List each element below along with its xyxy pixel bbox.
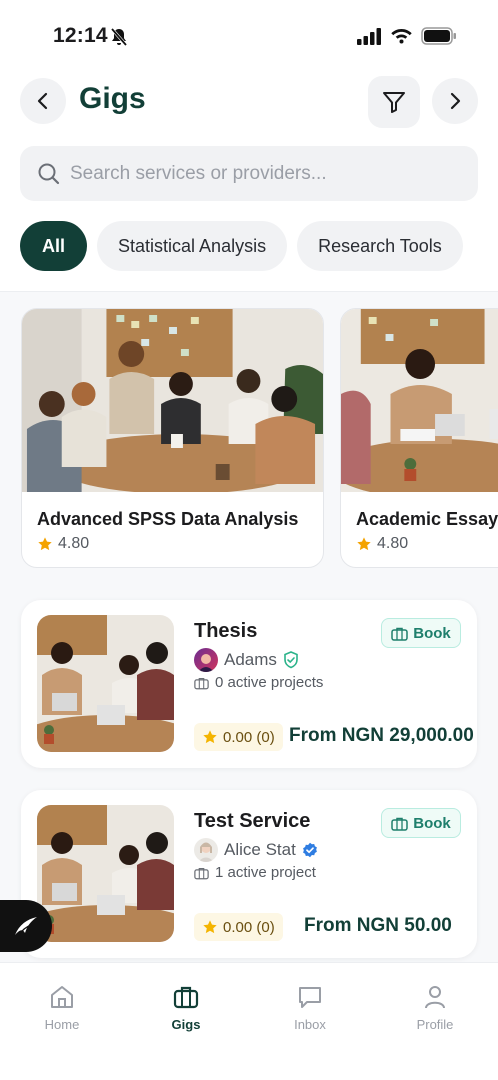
signal-icon [357,28,382,50]
gig-title: Thesis [194,620,258,642]
wing-logo-icon [15,917,37,936]
star-icon [357,537,371,551]
active-projects-text: 0 active projects [215,674,324,691]
shield-check-icon [284,651,298,669]
tab-profile[interactable]: Profile [395,983,475,1032]
chat-icon [299,987,321,1008]
provider-name: Alice Stat [224,840,296,859]
rating-value: 0.00 (0) [223,728,275,746]
active-projects: 0 active projects [194,674,323,691]
chip-statistical-analysis[interactable]: Statistical Analysis [97,221,288,271]
featured-gig-rating: 4.80 [356,535,408,553]
tab-inbox[interactable]: Inbox [270,983,350,1032]
featured-gig-title: Advanced SPSS Data Analysis [37,509,299,529]
briefcase-icon [391,817,408,831]
search-bar [20,146,478,201]
status-time: 12:14 [53,24,108,47]
book-button-label: Book [413,814,451,832]
tab-gigs-label: Gigs [171,1017,201,1032]
book-button[interactable]: Book [381,808,461,838]
briefcase-icon [194,677,209,689]
featured-gig-card[interactable]: Advanced SPSS Data Analysis 4.80 [21,308,324,568]
filter-icon [383,92,405,113]
bell-muted-icon [110,27,128,52]
featured-gig-title: Academic Essay [356,509,498,529]
gig-photo-image [22,309,323,492]
featured-gig-rating: 4.80 [37,535,89,553]
briefcase-icon [173,986,199,1009]
page-header: Gigs [0,76,498,128]
forward-button[interactable] [432,78,478,124]
briefcase-icon [194,867,209,879]
gig-card[interactable]: Thesis Book Adams 0 active projects 0.00… [21,600,477,768]
chevron-right-icon [450,92,461,110]
gig-title: Test Service [194,810,311,832]
rating-value: 0.00 (0) [223,918,275,936]
battery-icon [421,27,457,50]
category-chips: All Statistical Analysis Research Tools [20,221,498,271]
home-icon [51,986,73,1008]
gig-price: From NGN 29,000.00 [289,725,474,746]
chip-all[interactable]: All [20,221,88,271]
chip-research-tools[interactable]: Research Tools [297,221,463,271]
avatar [194,648,218,672]
chevron-left-icon [37,92,48,110]
search-input[interactable] [70,146,460,201]
provider-row[interactable]: Alice Stat [194,838,318,862]
bottom-tab-bar: Home Gigs Inbox Profile [0,962,498,1080]
gig-photo-image [341,309,498,492]
gig-card[interactable]: Test Service Book Alice Stat 1 active pr… [21,790,477,958]
gig-thumbnail-image [37,805,174,942]
verified-icon [302,842,317,858]
active-projects: 1 active project [194,864,316,881]
provider-row[interactable]: Adams [194,648,299,672]
briefcase-icon [391,627,408,641]
book-button-label: Book [413,624,451,642]
star-icon [203,920,217,934]
avatar [194,838,218,862]
back-button[interactable] [20,78,66,124]
rating-badge: 0.00 (0) [194,913,283,941]
star-icon [203,730,217,744]
search-icon [37,162,61,191]
tab-profile-label: Profile [416,1017,454,1032]
rating-badge: 0.00 (0) [194,723,283,751]
gig-list: Advanced SPSS Data Analysis 4.80 Academi… [0,292,498,962]
tab-home[interactable]: Home [22,983,102,1032]
tab-home-label: Home [44,1017,80,1032]
provider-name: Adams [224,650,277,669]
status-bar: 12:14 [0,0,498,70]
featured-gig-card[interactable]: Academic Essay 4.80 [340,308,498,568]
filter-button[interactable] [368,76,420,128]
gig-price: From NGN 50.00 [304,915,452,936]
featured-gig-rating-value: 4.80 [377,535,409,552]
page-title: Gigs [79,82,146,115]
wifi-icon [390,26,413,49]
featured-gig-rating-value: 4.80 [58,535,90,552]
book-button[interactable]: Book [381,618,461,648]
assistant-launcher-button[interactable] [0,900,52,952]
tab-inbox-label: Inbox [294,1017,326,1032]
star-icon [38,537,52,551]
gig-thumbnail-image [37,615,174,752]
user-icon [425,986,445,1009]
active-projects-text: 1 active project [215,864,316,881]
tab-gigs[interactable]: Gigs [146,983,226,1032]
